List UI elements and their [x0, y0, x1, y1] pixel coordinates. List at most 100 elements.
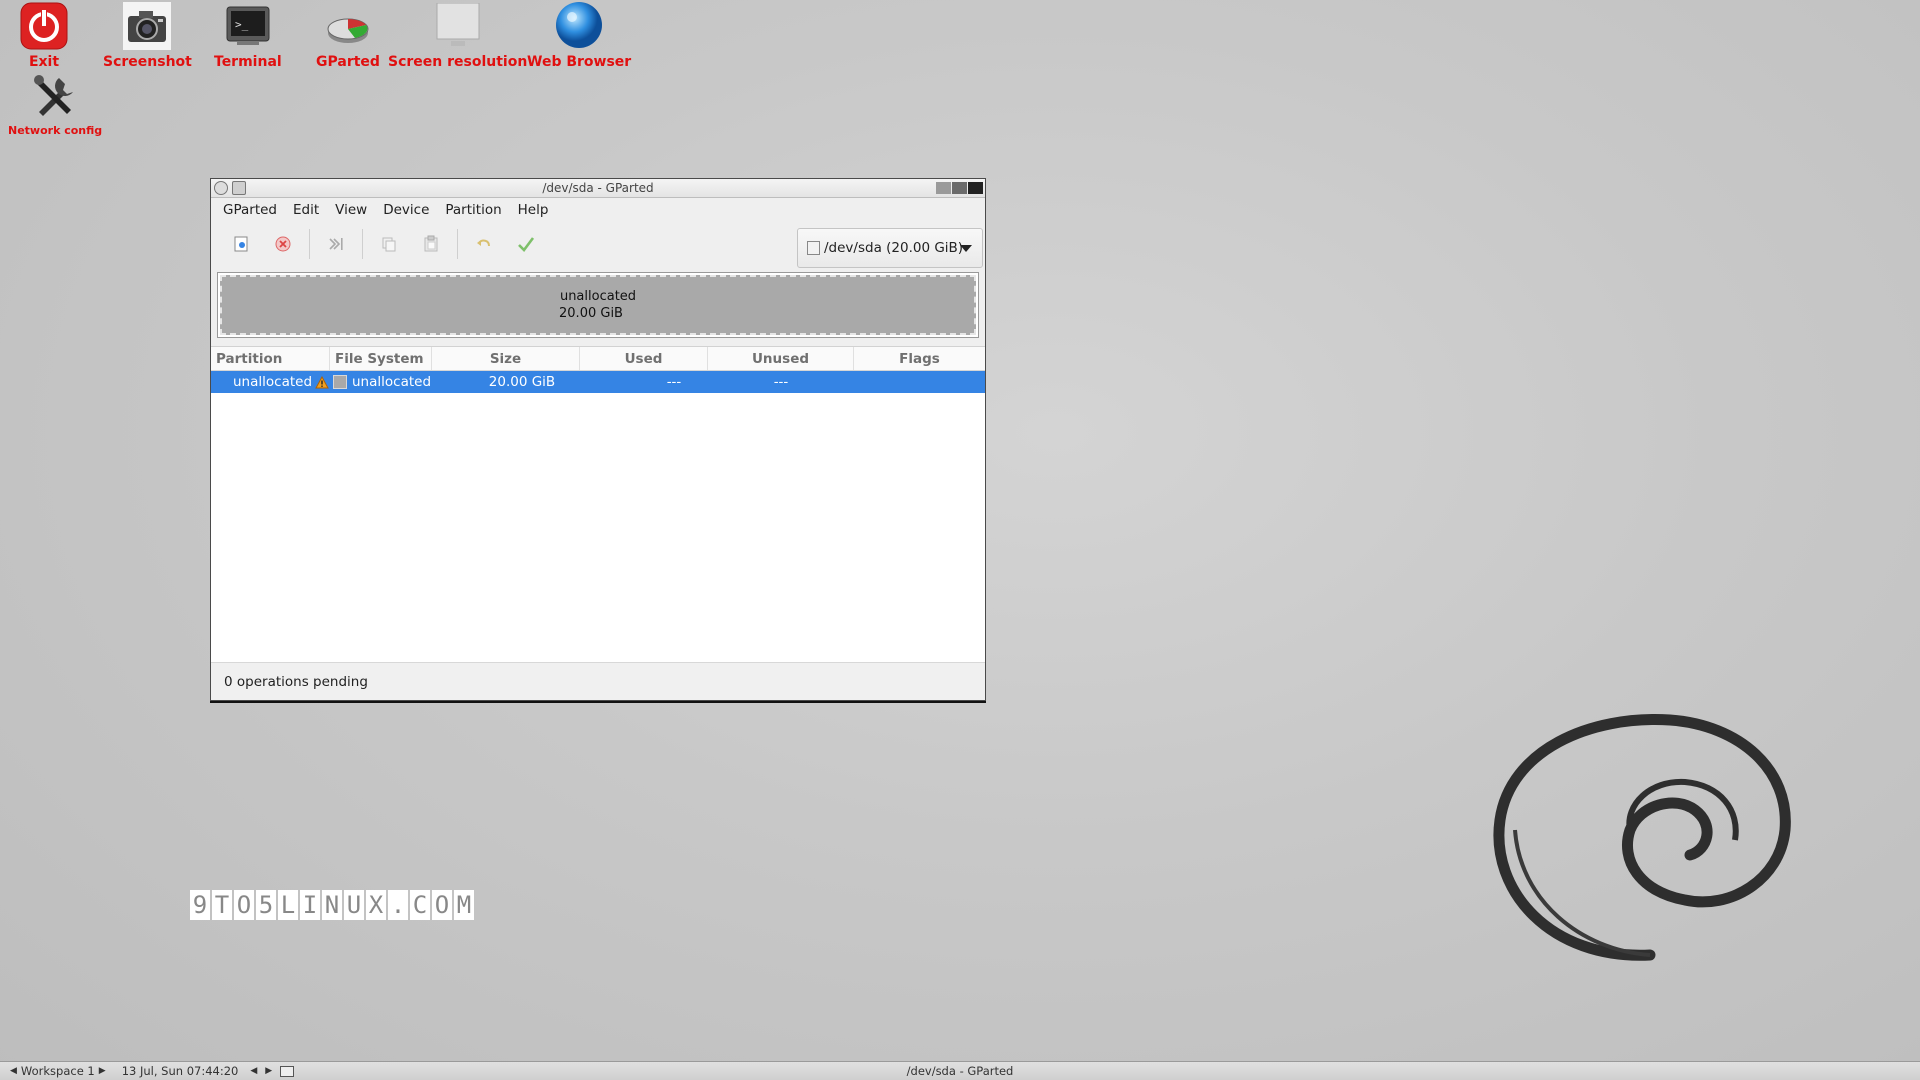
menubar: GParted Edit View Device Partition Help [211, 198, 985, 221]
monitor-icon [432, 0, 484, 52]
watermark-logo: 9 T O 5 L I N U X . C O M [190, 890, 474, 920]
graph-size: 20.00 GiB [559, 306, 623, 321]
warning-icon [315, 375, 329, 388]
menu-device[interactable]: Device [375, 200, 437, 220]
desktop-icon-gparted[interactable]: GParted [316, 0, 380, 70]
filesystem-color-swatch [333, 375, 347, 389]
menu-view[interactable]: View [327, 200, 375, 220]
filesystem-name: unallocated [352, 374, 432, 390]
menu-edit[interactable]: Edit [285, 200, 327, 220]
clock: 13 Jul, Sun 07:44:20 ◀ ▶ [116, 1062, 301, 1080]
desktop-icon-label: Network config [8, 124, 103, 137]
cell-unused: --- [773, 374, 789, 390]
watermark-char: 9 [190, 890, 210, 920]
partition-table: Partition File System Size Used Unused F… [211, 346, 985, 663]
cell-used: --- [666, 374, 682, 390]
copy-button[interactable] [371, 226, 407, 262]
window-title: /dev/sda - GParted [542, 181, 654, 195]
menu-partition[interactable]: Partition [437, 200, 509, 220]
column-size[interactable]: Size [432, 347, 580, 370]
cell-size: 20.00 GiB [488, 374, 556, 390]
desktop-icon-label: Terminal [214, 54, 282, 70]
toolbar-separator [457, 229, 458, 259]
watermark-char: X [366, 890, 386, 920]
table-row[interactable]: unallocated unallocated 20.00 GiB --- --… [211, 371, 985, 393]
menu-gparted[interactable]: GParted [215, 200, 285, 220]
resize-move-button[interactable] [318, 226, 354, 262]
partition-name: unallocated [233, 374, 313, 390]
watermark-char: T [212, 890, 232, 920]
menu-help[interactable]: Help [510, 200, 557, 220]
window-titlebar[interactable]: /dev/sda - GParted [211, 179, 985, 198]
workspace-switcher: ◀ Workspace 1 ▶ [0, 1062, 116, 1080]
watermark-char: O [234, 890, 254, 920]
desktop-icon-exit[interactable]: Exit [18, 0, 70, 70]
device-selector[interactable]: /dev/sda (20.00 GiB) [797, 228, 983, 268]
column-unused[interactable]: Unused [708, 347, 854, 370]
copy-icon [382, 237, 396, 252]
maximize-button[interactable] [952, 182, 967, 194]
delete-partition-button[interactable] [265, 226, 301, 262]
paste-icon [424, 235, 438, 252]
checkmark-icon [518, 237, 535, 252]
status-bar: 0 operations pending [211, 662, 985, 700]
watermark-char: M [454, 890, 474, 920]
workspace-next-icon[interactable]: ▶ [95, 1066, 110, 1076]
svg-text:>_: >_ [235, 18, 249, 31]
desktop-icon-screen-resolution[interactable]: Screen resolution [388, 0, 527, 70]
watermark-char: L [278, 890, 298, 920]
workspace-prev-icon[interactable]: ◀ [6, 1066, 21, 1076]
delete-icon [275, 236, 291, 252]
watermark-char: 5 [256, 890, 276, 920]
watermark-char: I [300, 890, 320, 920]
column-used[interactable]: Used [580, 347, 708, 370]
undo-button[interactable] [466, 226, 502, 262]
partition-graph[interactable]: unallocated 20.00 GiB [217, 272, 979, 338]
new-partition-icon [234, 236, 248, 252]
column-filesystem[interactable]: File System [330, 347, 432, 370]
gparted-window: /dev/sda - GParted GParted Edit View Dev… [210, 178, 986, 701]
paste-button[interactable] [413, 226, 449, 262]
column-flags[interactable]: Flags [854, 347, 985, 370]
cell-partition: unallocated [211, 371, 330, 393]
toolbar-separator [362, 229, 363, 259]
desktop-icon-label: GParted [316, 54, 380, 70]
column-partition[interactable]: Partition [211, 347, 330, 370]
cell-flags [854, 371, 985, 393]
watermark-char: O [432, 890, 452, 920]
camera-icon [121, 0, 173, 52]
task-prev-icon[interactable]: ◀ [246, 1066, 261, 1076]
desktop-icon-label: Screenshot [103, 54, 192, 70]
new-partition-button[interactable] [223, 226, 259, 262]
globe-icon [553, 0, 605, 52]
undo-icon [477, 239, 490, 247]
desktop-icon-screenshot[interactable]: Screenshot [103, 0, 192, 70]
desktop-icon-label: Screen resolution [388, 54, 528, 70]
close-button[interactable] [968, 182, 983, 194]
task-next-icon[interactable]: ▶ [261, 1066, 276, 1076]
gparted-icon [322, 0, 374, 52]
desktop-icon-network-config[interactable]: Network config [8, 70, 102, 137]
watermark-char: N [322, 890, 342, 920]
workspace-label[interactable]: Workspace 1 [21, 1064, 95, 1078]
table-header: Partition File System Size Used Unused F… [211, 347, 985, 371]
desktop-icon-label: Exit [28, 54, 60, 70]
watermark-char: C [410, 890, 430, 920]
taskbar: ◀ Workspace 1 ▶ 13 Jul, Sun 07:44:20 ◀ ▶… [0, 1061, 1920, 1080]
minimize-button[interactable] [936, 182, 951, 194]
clock-text: 13 Jul, Sun 07:44:20 [121, 1064, 239, 1078]
toolbar: /dev/sda (20.00 GiB) [211, 221, 985, 268]
terminal-icon: >_ [222, 0, 274, 52]
disk-icon [807, 241, 820, 255]
graph-unallocated-block[interactable]: unallocated 20.00 GiB [220, 275, 976, 335]
debian-swirl-logo [1493, 714, 1791, 961]
apply-button[interactable] [508, 226, 544, 262]
device-selector-label: /dev/sda (20.00 GiB) [824, 240, 964, 256]
toolbar-separator [309, 229, 310, 259]
desktop-icon-web-browser[interactable]: Web Browser [527, 0, 631, 70]
watermark-char: U [344, 890, 364, 920]
operations-pending-text: 0 operations pending [224, 673, 368, 690]
desktop-icon-terminal[interactable]: >_ Terminal [214, 0, 282, 70]
window-list-icon[interactable] [280, 1065, 295, 1077]
cell-filesystem: unallocated [330, 371, 432, 393]
